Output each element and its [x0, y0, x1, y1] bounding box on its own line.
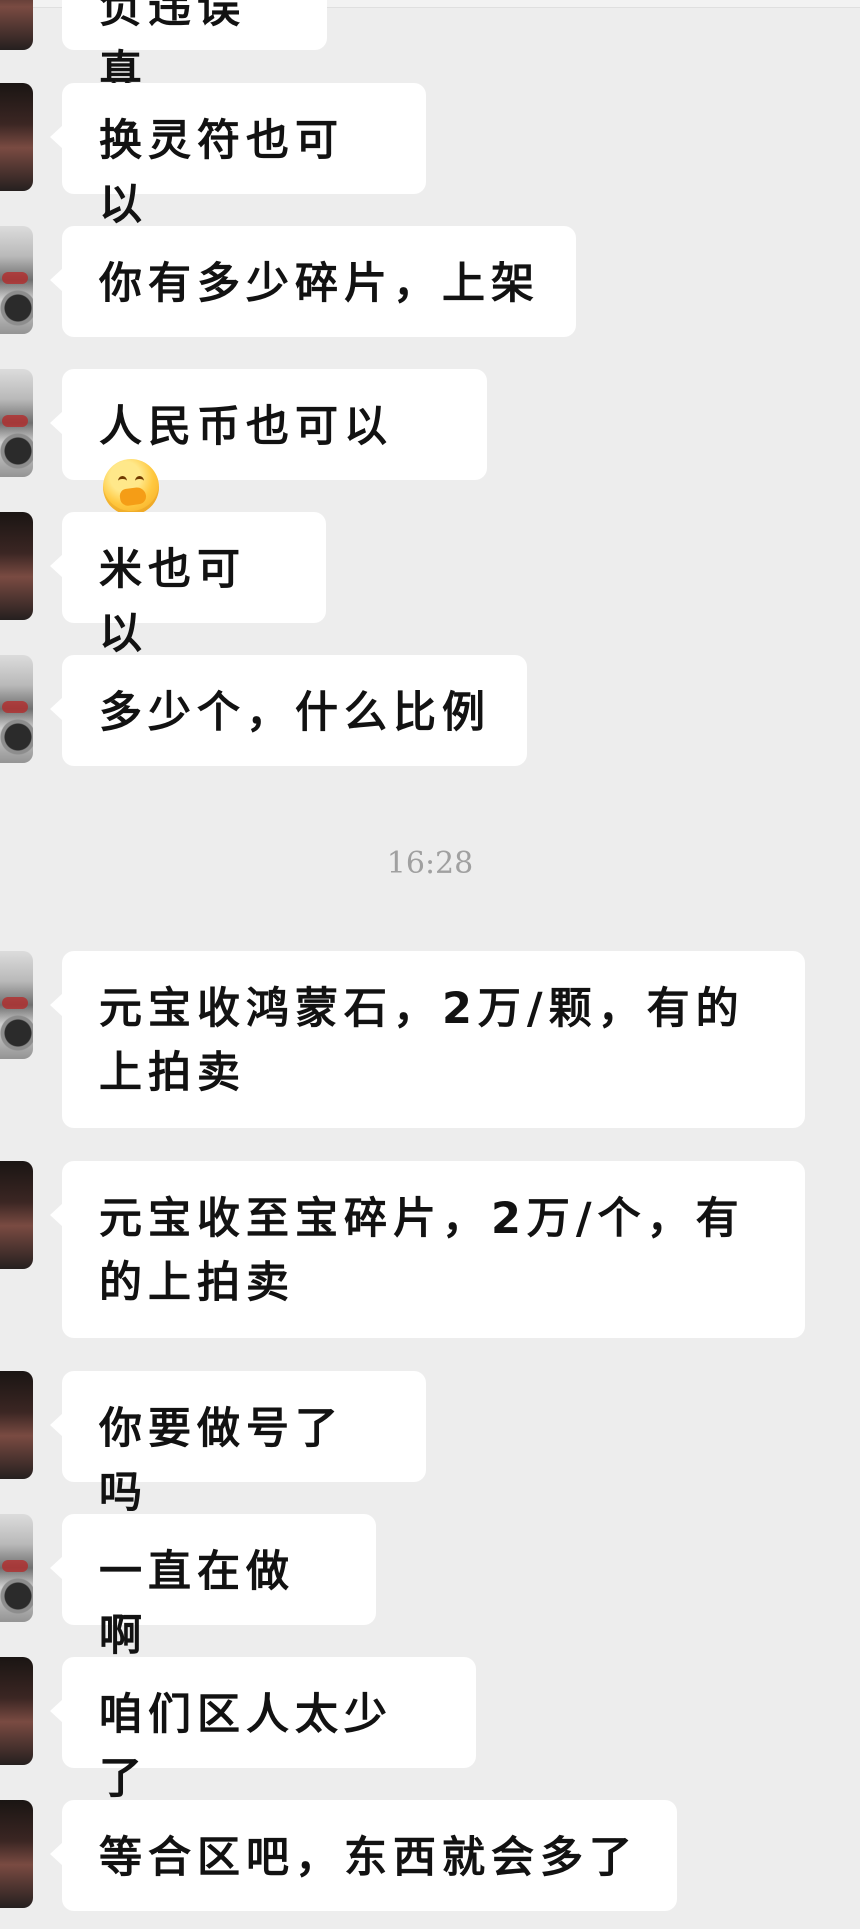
message-text: 人民币也可以	[99, 402, 393, 452]
chat-message-7[interactable]: 元宝收鸿蒙石，2万/颗，有的上拍卖	[50, 951, 805, 1128]
chat-message-6[interactable]: 多少个，什么比例	[50, 655, 527, 766]
avatar-dark-portrait[interactable]	[0, 0, 33, 50]
chat-message-3[interactable]: 你有多少碎片，上架	[50, 226, 576, 337]
chat-message-11[interactable]: 咱们区人太少了	[50, 1657, 476, 1804]
avatar-motorcycle-photo[interactable]	[0, 655, 33, 763]
chat-message-9[interactable]: 你要做号了吗	[50, 1371, 426, 1518]
message-text: 一直在做啊	[99, 1547, 295, 1661]
message-timestamp: 16:28	[386, 846, 474, 881]
avatar-dark-portrait[interactable]	[0, 1657, 33, 1765]
message-text: 等合区吧，东西就会多了	[99, 1833, 638, 1883]
avatar-dark-portrait[interactable]	[0, 83, 33, 191]
message-text: 元宝收至宝碎片，2万/个，有的上拍卖	[99, 1194, 745, 1308]
message-text: 你要做号了吗	[99, 1404, 344, 1518]
avatar-motorcycle-photo[interactable]	[0, 1514, 33, 1622]
avatar-dark-portrait[interactable]	[0, 1800, 33, 1908]
chat-message-1[interactable]: 负违误真	[62, 0, 327, 97]
avatar-dark-portrait[interactable]	[0, 1161, 33, 1269]
chat-screen: 负违误真 换灵符也可以 你有多少碎片，上架 人民币也可以 米也可以 多少个，什么…	[0, 0, 860, 1929]
message-text: 咱们区人太少了	[99, 1690, 393, 1804]
avatar-motorcycle-photo[interactable]	[0, 226, 33, 334]
message-text: 多少个，什么比例	[99, 688, 491, 738]
thinking-face-icon	[103, 459, 159, 515]
avatar-dark-portrait[interactable]	[0, 1371, 33, 1479]
avatar-motorcycle-photo[interactable]	[0, 369, 33, 477]
message-text: 米也可以	[99, 545, 246, 659]
chat-message-12[interactable]: 等合区吧，东西就会多了	[50, 1800, 677, 1911]
hand-shape	[118, 486, 148, 507]
chat-message-8[interactable]: 元宝收至宝碎片，2万/个，有的上拍卖	[50, 1161, 805, 1338]
chat-message-2[interactable]: 换灵符也可以	[50, 83, 426, 230]
message-text: 换灵符也可以	[99, 116, 344, 230]
avatar-motorcycle-photo[interactable]	[0, 951, 33, 1059]
message-text: 你有多少碎片，上架	[99, 259, 540, 309]
chat-message-5[interactable]: 米也可以	[50, 512, 326, 659]
message-text: 元宝收鸿蒙石，2万/颗，有的上拍卖	[99, 984, 745, 1098]
avatar-dark-portrait[interactable]	[0, 512, 33, 620]
chat-message-10[interactable]: 一直在做啊	[50, 1514, 376, 1661]
chat-message-4[interactable]: 人民币也可以	[50, 369, 487, 515]
